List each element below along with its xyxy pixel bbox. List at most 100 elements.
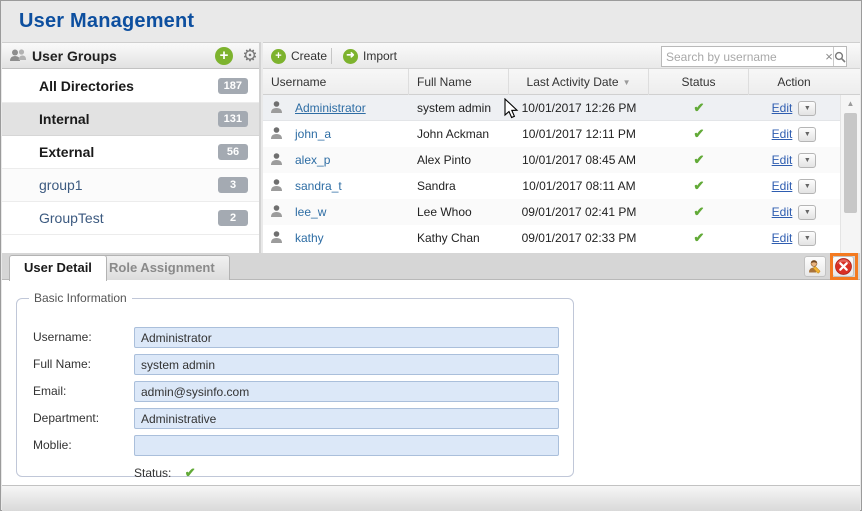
last-activity-cell: 09/01/2017 02:33 PM [509,225,649,251]
sidebar-item-external[interactable]: External 56 [2,136,259,169]
username-link[interactable]: Administrator [295,101,366,115]
full-name-field[interactable] [134,354,559,375]
last-activity-cell: 10/01/2017 12:26 PM [509,95,649,121]
department-field-row: Department: [33,408,559,429]
tab-user-detail[interactable]: User Detail [9,255,107,281]
full-name-cell: Sandra [417,173,509,199]
user-detail-panel: Basic Information Username: Full Name: E… [2,280,860,485]
search-input[interactable] [662,48,825,65]
username-link[interactable]: john_a [295,127,331,141]
username-link[interactable]: kathy [295,231,324,245]
edit-dropdown-button[interactable]: ▼ [798,101,816,116]
table-scrollbar[interactable]: ▲ [840,95,860,253]
user-groups-icon [9,48,27,64]
status-check-icon: ✔ [185,465,196,480]
title-bar: User Management [2,2,860,42]
department-label: Department: [33,411,99,425]
edit-link[interactable]: Edit [772,153,793,167]
import-button[interactable]: ➜ Import [343,47,397,65]
full-name-cell: system admin [417,95,509,121]
edit-link[interactable]: Edit [772,101,793,115]
clear-search-icon[interactable]: × [825,49,833,64]
user-icon [269,204,287,220]
add-group-button[interactable]: + [215,47,233,65]
edit-dropdown-button[interactable]: ▼ [798,153,816,168]
user-groups-header: User Groups + ⚙ [2,42,259,69]
full-name-label: Full Name: [33,357,91,371]
sidebar-item-group1[interactable]: group1 3 [2,169,259,202]
user-icon [269,178,287,194]
edit-dropdown-button[interactable]: ▼ [798,179,816,194]
user-groups-panel: User Groups + ⚙ All Directories 187 Inte… [2,42,261,253]
search-icon[interactable] [833,47,846,66]
scrollbar-thumb[interactable] [844,113,857,213]
edit-dropdown-button[interactable]: ▼ [798,127,816,142]
email-field[interactable] [134,381,559,402]
mobile-field[interactable] [134,435,559,456]
table-row-john-a[interactable]: john_a John Ackman 10/01/2017 12:11 PM ✔… [263,121,840,147]
table-row-kathy[interactable]: kathy Kathy Chan 09/01/2017 02:33 PM ✔ E… [263,225,840,251]
sidebar-item-all-directories[interactable]: All Directories 187 [2,70,259,103]
import-arrow-icon: ➜ [343,49,358,64]
status-label: Status: [134,466,171,480]
create-label: Create [291,49,327,63]
username-link[interactable]: sandra_t [295,179,342,193]
user-icon [269,126,287,142]
table-row-lee-w[interactable]: lee_w Lee Whoo 09/01/2017 02:41 PM ✔ Edi… [263,199,840,225]
column-header-full-name[interactable]: Full Name [409,69,509,95]
department-field[interactable] [134,408,559,429]
full-name-cell: John Ackman [417,121,509,147]
username-link[interactable]: alex_p [295,153,330,167]
group-count-badge: 131 [218,111,248,127]
column-header-last-activity[interactable]: Last Activity Date▼ [509,69,649,95]
username-field[interactable] [134,327,559,348]
mobile-label: Moblie: [33,438,72,452]
group-count-badge: 56 [218,144,248,160]
users-panel: + Create ➜ Import × Username Full Name L… [263,42,860,253]
username-link[interactable]: lee_w [295,205,326,219]
user-groups-title: User Groups [32,48,117,64]
scroll-up-icon[interactable]: ▲ [841,97,860,111]
column-header-username[interactable]: Username [263,69,409,95]
status-check-icon: ✔ [649,121,749,147]
group-label: GroupTest [39,210,104,226]
close-button[interactable] [832,256,854,277]
edit-dropdown-button[interactable]: ▼ [798,205,816,220]
status-check-icon: ✔ [649,173,749,199]
sidebar-item-grouptest[interactable]: GroupTest 2 [2,202,259,235]
user-icon [269,230,287,246]
tab-role-assignment[interactable]: Role Assignment [94,255,230,280]
edit-user-button[interactable] [804,256,826,277]
detail-tab-bar: User Detail Role Assignment [2,253,860,280]
group-count-badge: 2 [218,210,248,226]
table-row-administrator[interactable]: Administrator system admin 10/01/2017 12… [263,95,840,121]
search-box: × [661,46,847,67]
basic-information-legend: Basic Information [29,291,132,305]
username-label: Username: [33,330,92,344]
edit-link[interactable]: Edit [772,231,793,245]
gear-icon[interactable]: ⚙ [240,45,260,67]
table-row-alex-p[interactable]: alex_p Alex Pinto 10/01/2017 08:45 AM ✔ … [263,147,840,173]
status-check-icon: ✔ [649,225,749,251]
sidebar-item-internal[interactable]: Internal 131 [2,103,259,136]
full-name-field-row: Full Name: [33,354,559,375]
last-activity-cell: 09/01/2017 02:41 PM [509,199,649,225]
status-check-icon: ✔ [649,147,749,173]
last-activity-cell: 10/01/2017 08:11 AM [509,173,649,199]
edit-dropdown-button[interactable]: ▼ [798,231,816,246]
edit-link[interactable]: Edit [772,127,793,141]
user-icon [269,100,287,116]
edit-link[interactable]: Edit [772,179,793,193]
status-check-icon: ✔ [649,199,749,225]
create-button[interactable]: + Create [271,47,327,65]
email-field-row: Email: [33,381,559,402]
column-header-status[interactable]: Status [649,69,749,95]
group-label: group1 [39,177,83,193]
last-activity-cell: 10/01/2017 08:45 AM [509,147,649,173]
mobile-field-row: Moblie: [33,435,559,456]
edit-link[interactable]: Edit [772,205,793,219]
group-count-badge: 3 [218,177,248,193]
column-header-action[interactable]: Action [749,69,839,95]
username-field-row: Username: [33,327,559,348]
table-row-sandra-t[interactable]: sandra_t Sandra 10/01/2017 08:11 AM ✔ Ed… [263,173,840,199]
